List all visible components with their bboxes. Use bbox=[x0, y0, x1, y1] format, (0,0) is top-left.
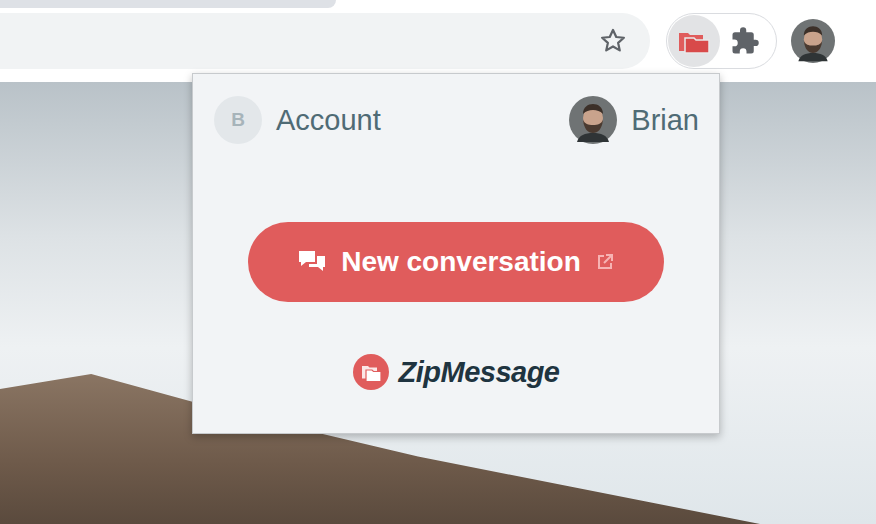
new-conversation-button[interactable]: New conversation bbox=[248, 222, 664, 302]
chat-icon bbox=[297, 249, 327, 275]
extensions-group bbox=[666, 13, 777, 69]
extension-popup: B Account Brian New conversation ZipMessage bbox=[192, 73, 720, 434]
new-conversation-label: New conversation bbox=[341, 246, 581, 278]
user-link[interactable]: Brian bbox=[569, 96, 699, 144]
account-label: Account bbox=[276, 104, 381, 137]
browser-window: B Account Brian New conversation ZipMessage bbox=[0, 0, 876, 524]
tab-strip bbox=[0, 0, 876, 8]
user-name: Brian bbox=[631, 104, 699, 137]
folder-icon bbox=[677, 27, 711, 55]
puzzle-icon bbox=[730, 26, 760, 56]
avatar-icon bbox=[791, 19, 835, 63]
browser-tab[interactable] bbox=[0, 0, 336, 8]
zipmessage-logo-icon bbox=[353, 354, 389, 390]
browser-toolbar bbox=[0, 0, 876, 82]
brand-name: ZipMessage bbox=[399, 356, 560, 389]
zipmessage-extension-button[interactable] bbox=[668, 15, 720, 67]
extensions-button[interactable] bbox=[730, 26, 760, 56]
brand-logo[interactable]: ZipMessage bbox=[193, 354, 719, 390]
profile-button[interactable] bbox=[791, 19, 835, 63]
account-initial: B bbox=[214, 96, 262, 144]
account-link[interactable]: B Account bbox=[214, 96, 381, 144]
external-link-icon bbox=[595, 252, 615, 272]
star-icon[interactable] bbox=[598, 26, 628, 56]
address-bar[interactable] bbox=[0, 13, 650, 69]
user-avatar-icon bbox=[569, 96, 617, 144]
